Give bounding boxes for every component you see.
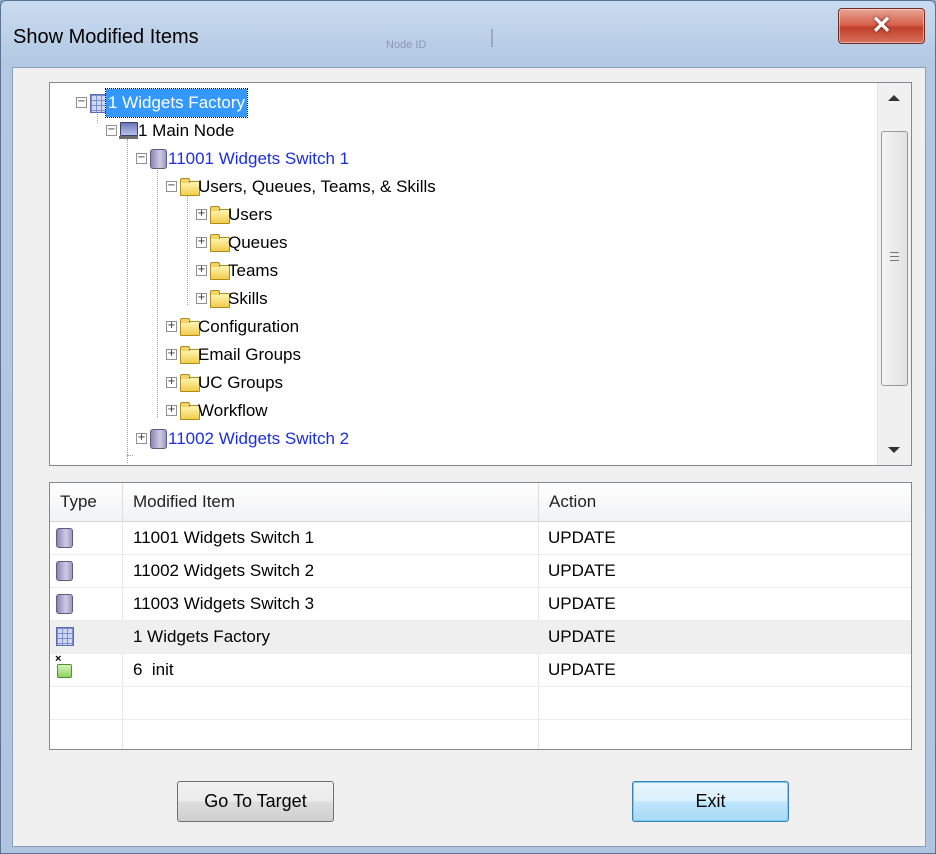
- action-cell: UPDATE: [548, 561, 616, 580]
- factory-grid-icon: [56, 627, 74, 646]
- close-button[interactable]: ✕: [838, 8, 925, 44]
- expand-toggle[interactable]: +: [166, 377, 177, 388]
- tree-node-label: Workflow: [198, 401, 268, 420]
- modified-items-tree[interactable]: − 1 Widgets Factory − 1 Main Node − 1100…: [49, 82, 912, 466]
- tree-node-label: Skills: [228, 289, 268, 308]
- collapse-toggle[interactable]: −: [166, 181, 177, 192]
- tree-connector: [127, 139, 128, 463]
- expand-toggle[interactable]: +: [196, 209, 207, 220]
- tree-connector: [127, 455, 133, 456]
- collapse-toggle[interactable]: −: [136, 153, 147, 164]
- action-cell: UPDATE: [548, 660, 616, 679]
- list-row[interactable]: 1 Widgets Factory UPDATE: [50, 621, 911, 654]
- tree-node-label: Configuration: [198, 317, 300, 336]
- column-header-action[interactable]: Action: [539, 483, 911, 521]
- scrollbar-thumb[interactable]: [881, 131, 908, 386]
- modified-item-cell: 1 Widgets Factory: [133, 627, 270, 646]
- tree-node-label: 1 Main Node: [138, 121, 235, 140]
- tree-node-label: 1 Widgets Factory: [105, 88, 248, 118]
- tree-node-label: Users, Queues, Teams, & Skills: [198, 177, 436, 196]
- tree-node-label: 11002 Widgets Switch 2: [168, 429, 350, 448]
- switch-cube-icon: [56, 594, 73, 614]
- expand-toggle[interactable]: +: [196, 237, 207, 248]
- tree-connector: [157, 167, 158, 417]
- switch-cube-icon: [56, 561, 73, 581]
- tree-node-label: UC Groups: [198, 373, 284, 392]
- tree-vertical-scrollbar[interactable]: [877, 83, 911, 465]
- modified-item-cell: 11003 Widgets Switch 3: [133, 594, 315, 613]
- expand-toggle[interactable]: +: [196, 293, 207, 304]
- collapse-toggle[interactable]: −: [76, 97, 87, 108]
- list-row[interactable]: × 6 init UPDATE: [50, 654, 911, 687]
- tree-node-label: Email Groups: [198, 345, 301, 364]
- tree-connector: [187, 195, 188, 305]
- tree-node-label: Teams: [228, 261, 279, 280]
- modified-items-list[interactable]: Type Modified Item Action 11001 Widgets …: [49, 482, 912, 750]
- modified-item-cell: 6 init: [133, 660, 174, 679]
- tree-node-label: Queues: [228, 233, 288, 252]
- collapse-toggle[interactable]: −: [106, 125, 117, 136]
- expand-toggle[interactable]: +: [196, 265, 207, 276]
- exit-button[interactable]: Exit: [632, 781, 789, 822]
- switch-cube-icon: [150, 149, 167, 169]
- modified-item-cell: 11002 Widgets Switch 2: [133, 561, 315, 580]
- switch-cube-icon: [150, 429, 167, 449]
- go-to-target-button[interactable]: Go To Target: [177, 781, 334, 822]
- list-row[interactable]: 11002 Widgets Switch 2 UPDATE: [50, 555, 911, 588]
- background-hint-text: Node ID: [386, 39, 427, 51]
- init-object-icon: [57, 664, 72, 678]
- scroll-up-arrow-icon[interactable]: [888, 95, 900, 101]
- action-cell: UPDATE: [548, 528, 616, 547]
- column-header-modified-item[interactable]: Modified Item: [123, 483, 539, 521]
- expand-toggle[interactable]: +: [136, 433, 147, 444]
- list-header: Type Modified Item Action: [50, 483, 911, 522]
- show-modified-items-window: Show Modified Items Node ID ✕ − 1 Widget…: [0, 0, 936, 854]
- list-row[interactable]: 11001 Widgets Switch 1 UPDATE: [50, 522, 911, 555]
- close-icon: ✕: [871, 12, 892, 39]
- action-cell: UPDATE: [548, 594, 616, 613]
- list-row-empty: [50, 687, 911, 720]
- tree-node-label: Users: [228, 205, 273, 224]
- dialog-client-area: − 1 Widgets Factory − 1 Main Node − 1100…: [12, 67, 926, 847]
- scroll-down-arrow-icon[interactable]: [888, 447, 900, 453]
- expand-toggle[interactable]: +: [166, 405, 177, 416]
- list-row[interactable]: 11003 Widgets Switch 3 UPDATE: [50, 588, 911, 621]
- tree-node-label: 11001 Widgets Switch 1: [168, 149, 350, 168]
- modified-item-cell: 11001 Widgets Switch 1: [133, 528, 315, 547]
- column-header-type[interactable]: Type: [50, 483, 123, 521]
- grip-icon: [890, 252, 899, 261]
- action-cell: UPDATE: [548, 627, 616, 646]
- switch-cube-icon: [56, 528, 73, 548]
- window-title: Show Modified Items: [13, 26, 199, 48]
- background-divider: [491, 29, 493, 47]
- expand-toggle[interactable]: +: [166, 321, 177, 332]
- expand-toggle[interactable]: +: [166, 349, 177, 360]
